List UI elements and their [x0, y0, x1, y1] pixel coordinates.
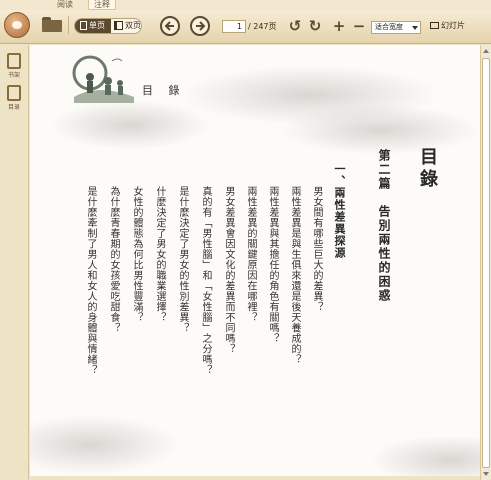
plus-icon[interactable]: +: [331, 18, 347, 34]
toc-item: 為什麼青春期的女孩愛吃甜食？: [108, 186, 119, 333]
toc-icon: [7, 85, 21, 101]
left-sidebar: 书架 目录: [0, 45, 29, 480]
page-heading: 目 錄: [142, 84, 186, 97]
prev-page-button[interactable]: [160, 16, 180, 36]
children-illustration: [72, 55, 134, 103]
page-total: / 247页: [248, 22, 277, 31]
toc-item: 什麼決定了男女的職業選擇？: [154, 186, 165, 323]
ink-wash-decoration: [50, 100, 210, 150]
single-page-icon: [80, 21, 87, 30]
tab-strip: 阅读 注释: [0, 0, 491, 10]
rotate-cw-icon[interactable]: ↻: [307, 18, 323, 34]
toolbar-divider: [68, 16, 69, 34]
rotate-ccw-icon[interactable]: ↺: [287, 18, 303, 34]
chevron-down-icon: [412, 26, 418, 30]
scroll-up-icon[interactable]: [483, 49, 489, 53]
scroll-down-icon[interactable]: [483, 472, 489, 476]
page-mode-toggle: 单页 双页: [74, 18, 142, 34]
scrollbar-thumb[interactable]: [482, 58, 490, 468]
arrow-left-icon: [164, 21, 174, 31]
slideshow-button[interactable]: 幻灯片: [430, 20, 465, 32]
toc-item: 男女間有哪些巨大的差異？: [311, 186, 322, 312]
zoom-mode-value: 适合宽度: [375, 23, 403, 31]
single-page-button[interactable]: 单页: [75, 19, 111, 33]
toc-item: 真的有「男性腦」和「女性腦」之分嗎？: [200, 186, 211, 375]
double-page-label: 双页: [125, 21, 141, 30]
tab-read[interactable]: 阅读: [52, 0, 78, 10]
sidebar-item-label: 目录: [7, 104, 20, 111]
toc-item: 是什麼牽制了男人和女人的身體與情緒？: [85, 186, 96, 375]
ink-wash-decoration: [280, 105, 480, 155]
minus-icon[interactable]: −: [351, 18, 367, 34]
zoom-mode-select[interactable]: 适合宽度: [371, 21, 421, 34]
toc-item: 是什麼決定了男女的性別差異？: [177, 186, 188, 333]
next-page-button[interactable]: [190, 16, 210, 36]
sidebar-item-bookshelf[interactable]: 书架: [3, 53, 25, 79]
slideshow-icon: [430, 22, 439, 29]
arrow-right-icon: [196, 21, 206, 31]
vertical-scrollbar[interactable]: [480, 45, 491, 480]
tab-annotations[interactable]: 注释: [88, 0, 116, 10]
ink-wash-decoration: [30, 415, 180, 475]
double-page-icon: [114, 21, 123, 30]
slideshow-label: 幻灯片: [441, 21, 465, 30]
double-page-button[interactable]: 双页: [111, 19, 141, 33]
sidebar-item-label: 书架: [7, 72, 20, 79]
section-title: 一、兩性差異探源: [333, 163, 346, 259]
toc-item: 兩性差異的關鍵原因在哪裡？: [245, 186, 256, 323]
folder-icon[interactable]: [42, 17, 62, 32]
single-page-label: 单页: [89, 21, 105, 30]
toc-item: 兩性差異是與生俱來還是後天養成的？: [289, 186, 300, 365]
ink-wash-decoration: [370, 435, 480, 476]
bookshelf-icon: [7, 53, 21, 69]
document-page: 目 錄 目錄 第二篇 告別兩性的困惑 一、兩性差異探源 男女間有哪些巨大的差異？…: [30, 45, 480, 476]
toc-title: 目錄: [417, 147, 438, 191]
toc-item: 女性的體態為何比男性豐滿？: [131, 186, 142, 323]
app-logo-icon[interactable]: [4, 12, 30, 38]
page-number-input[interactable]: 1: [222, 20, 246, 33]
toc-item: 男女差異會因文化的差異而不同嗎？: [223, 186, 234, 354]
sidebar-item-toc[interactable]: 目录: [3, 85, 25, 111]
chapter-title: 第二篇 告別兩性的困惑: [377, 149, 391, 303]
toc-item: 兩性差異與其擔任的角色有關嗎？: [267, 186, 278, 344]
